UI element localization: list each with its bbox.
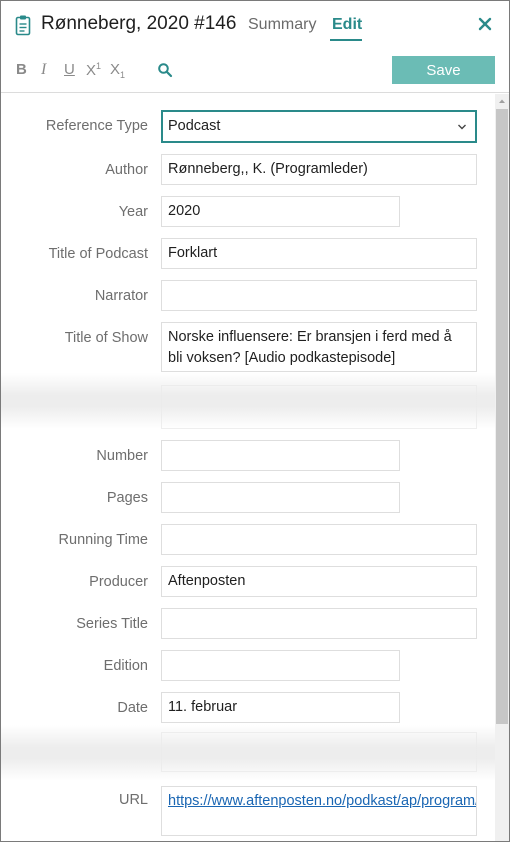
- underline-button[interactable]: U: [64, 61, 75, 78]
- date-field[interactable]: 11. februar: [161, 692, 400, 723]
- title-of-show-label: Title of Show: [64, 330, 148, 346]
- scroll-fade-divider-2: [1, 725, 495, 781]
- superscript-button[interactable]: X1: [86, 61, 101, 79]
- subscript-button[interactable]: X1: [110, 61, 125, 80]
- author-field[interactable]: Rønneberg,, K. (Programleder): [161, 154, 477, 185]
- italic-button[interactable]: I: [41, 61, 46, 79]
- number-field[interactable]: [161, 440, 400, 471]
- running-time-label: Running Time: [58, 532, 148, 548]
- year-label: Year: [118, 204, 148, 220]
- narrator-field[interactable]: [161, 280, 477, 311]
- scroll-fade-divider: [1, 373, 495, 429]
- active-tab-indicator: [330, 39, 362, 41]
- title-of-show-field[interactable]: Norske influensere: Er bransjen i ferd m…: [161, 322, 477, 372]
- save-button[interactable]: Save: [392, 56, 495, 84]
- series-title-label: Series Title: [76, 616, 148, 632]
- edition-label: Edition: [103, 658, 148, 674]
- author-label: Author: [105, 162, 148, 178]
- narrator-label: Narrator: [94, 288, 148, 304]
- url-field[interactable]: https://www.aftenposten.no/podkast/ap/pr…: [161, 786, 477, 836]
- reference-type-select[interactable]: Podcast: [161, 110, 477, 143]
- producer-field[interactable]: Aftenposten: [161, 566, 477, 597]
- superscript-letter: X: [86, 62, 97, 79]
- edition-field[interactable]: [161, 650, 400, 681]
- tab-edit[interactable]: Edit: [332, 16, 362, 34]
- url-label: URL: [118, 792, 148, 808]
- scrollbar-thumb[interactable]: [496, 109, 508, 724]
- title-of-podcast-label: Title of Podcast: [48, 246, 148, 262]
- scroll-up-arrow-icon[interactable]: [495, 94, 509, 108]
- reference-title: Rønneberg, 2020 #146: [41, 13, 237, 34]
- superscript-mark: 1: [96, 61, 102, 71]
- pages-field[interactable]: [161, 482, 400, 513]
- series-title-field[interactable]: [161, 608, 477, 639]
- url-link[interactable]: https://www.aftenposten.no/podkast/ap/pr…: [168, 793, 476, 809]
- reference-editor-panel: Rønneberg, 2020 #146 Summary Edit B I U …: [0, 0, 510, 842]
- reference-type-value: Podcast: [168, 118, 221, 134]
- chevron-down-icon: [458, 124, 466, 130]
- search-icon[interactable]: [157, 62, 173, 78]
- bold-button[interactable]: B: [16, 61, 27, 78]
- close-icon[interactable]: [476, 15, 494, 33]
- title-of-podcast-field[interactable]: Forklart: [161, 238, 477, 269]
- subscript-mark: 1: [120, 70, 126, 80]
- date-label: Date: [117, 700, 148, 716]
- number-label: Number: [96, 448, 148, 464]
- producer-label: Producer: [89, 574, 148, 590]
- subscript-letter: X: [110, 61, 121, 78]
- editor-header: Rønneberg, 2020 #146 Summary Edit B I U …: [1, 1, 509, 93]
- pages-label: Pages: [106, 490, 148, 506]
- tab-summary[interactable]: Summary: [248, 16, 316, 34]
- running-time-field[interactable]: [161, 524, 477, 555]
- reference-type-label: Reference Type: [45, 118, 148, 134]
- clipboard-icon: [15, 15, 31, 36]
- year-field[interactable]: 2020: [161, 196, 400, 227]
